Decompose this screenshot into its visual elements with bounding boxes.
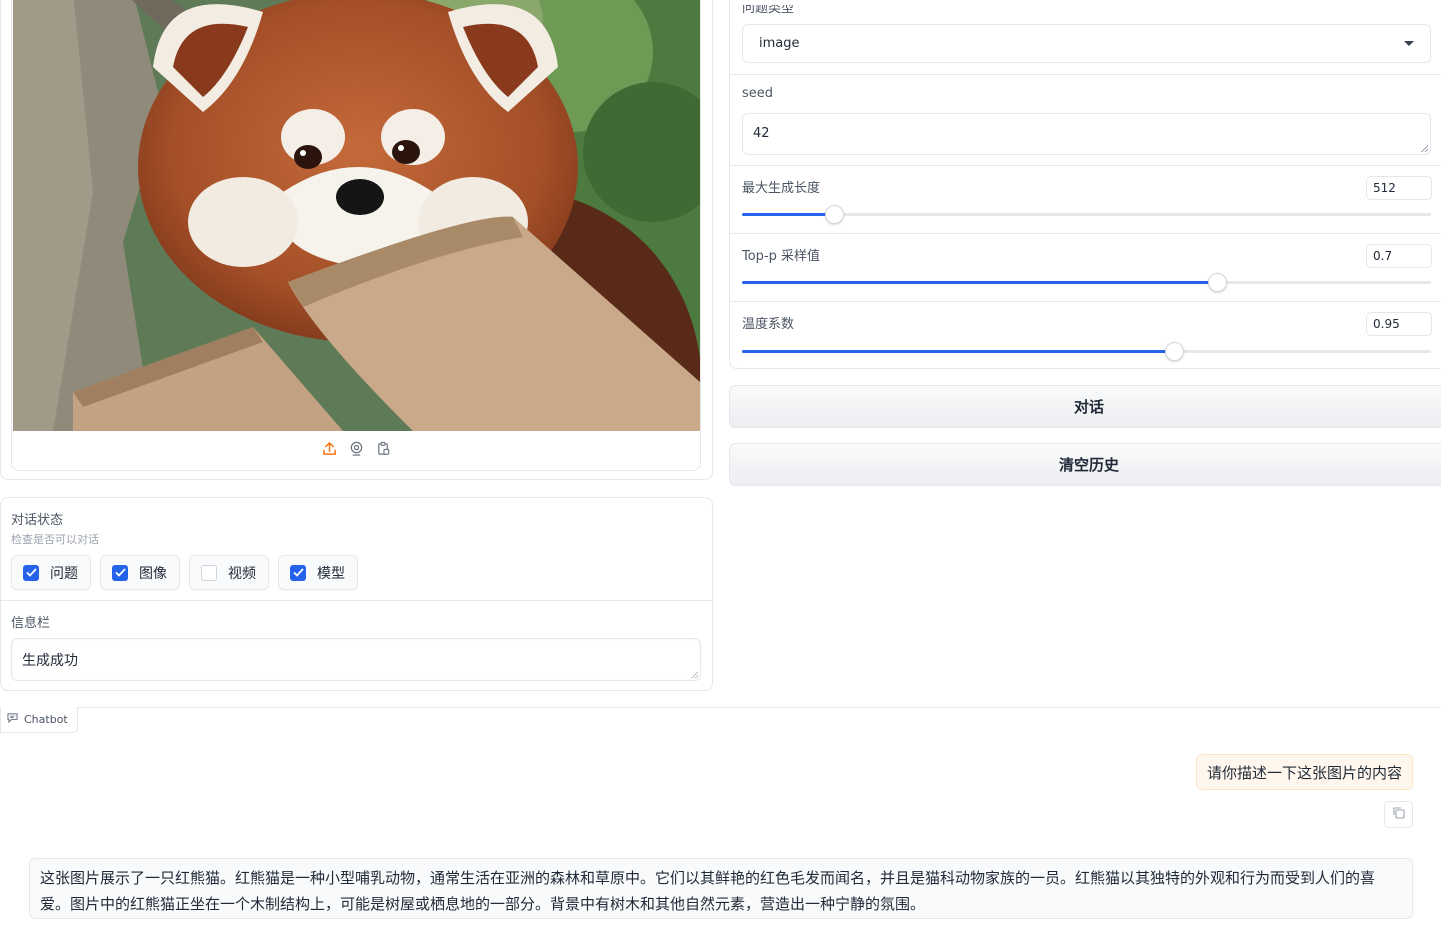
question-type-label: 问题类型 bbox=[742, 1, 795, 16]
checkbox-icon[interactable] bbox=[23, 564, 39, 581]
seed-input[interactable]: 42 bbox=[742, 113, 1431, 155]
question-type-value: image bbox=[759, 36, 800, 51]
user-message-text: 请你描述一下这张图片的内容 bbox=[1206, 763, 1402, 782]
settings-panel: 问题类型 image seed 42 最大生成长度 512 Top-p 采样值 … bbox=[729, 0, 1441, 369]
seed-label: seed bbox=[742, 86, 774, 101]
temperature-label: 温度系数 bbox=[742, 317, 795, 332]
seed-value: 42 bbox=[753, 126, 770, 141]
copy-button[interactable] bbox=[1384, 801, 1413, 828]
divider bbox=[730, 165, 1441, 166]
checkbox-icon[interactable] bbox=[290, 564, 306, 581]
checkbox-label: 图像 bbox=[139, 565, 167, 582]
status-panel: 对话状态 检查是否可以对话 问题 图像 视频 模型 信息栏 生成成功 bbox=[0, 497, 713, 691]
checkbox-label: 问题 bbox=[50, 565, 78, 582]
chatbot-label: Chatbot bbox=[0, 707, 78, 733]
top-p-label: Top-p 采样值 bbox=[742, 249, 821, 264]
max-length-slider[interactable] bbox=[742, 205, 1431, 224]
slider-thumb[interactable] bbox=[1208, 273, 1228, 292]
clipboard-icon[interactable] bbox=[375, 440, 392, 457]
resize-handle-icon[interactable] bbox=[691, 671, 698, 678]
chevron-down-icon bbox=[1404, 41, 1414, 46]
bot-message: 这张图片展示了一只红熊猫。红熊猫是一种小型哺乳动物，通常生活在亚洲的森林和草原中… bbox=[29, 858, 1413, 919]
checkbox-label: 视频 bbox=[228, 565, 256, 582]
max-length-value: 512 bbox=[1373, 181, 1396, 195]
chat-button[interactable]: 对话 bbox=[729, 385, 1441, 428]
uploaded-photo-red-panda bbox=[13, 0, 700, 431]
image-upload-panel bbox=[0, 0, 713, 480]
max-length-number-input[interactable]: 512 bbox=[1366, 176, 1432, 200]
divider bbox=[730, 301, 1441, 302]
slider-thumb[interactable] bbox=[824, 205, 844, 224]
checkbox-video[interactable]: 视频 bbox=[189, 555, 269, 590]
divider bbox=[730, 233, 1441, 234]
upload-icon[interactable] bbox=[321, 440, 338, 457]
chat-bubble-icon bbox=[7, 713, 18, 726]
checkbox-label: 模型 bbox=[317, 565, 345, 582]
checkbox-question[interactable]: 问题 bbox=[11, 555, 91, 590]
info-bar-label: 信息栏 bbox=[11, 616, 51, 631]
question-type-dropdown[interactable]: image bbox=[742, 24, 1431, 63]
image-frame bbox=[11, 0, 701, 471]
checkbox-icon[interactable] bbox=[201, 564, 217, 581]
checkbox-model[interactable]: 模型 bbox=[278, 555, 358, 590]
slider-fill bbox=[742, 213, 834, 216]
top-p-number-input[interactable]: 0.7 bbox=[1366, 244, 1432, 268]
status-checkbox-group: 问题 图像 视频 模型 bbox=[11, 555, 358, 590]
top-p-value: 0.7 bbox=[1373, 249, 1393, 263]
checkbox-icon[interactable] bbox=[112, 564, 128, 581]
temperature-slider[interactable] bbox=[742, 342, 1431, 361]
slider-thumb[interactable] bbox=[1165, 342, 1184, 361]
top-p-slider[interactable] bbox=[742, 273, 1431, 292]
divider bbox=[730, 74, 1441, 75]
info-bar-value: 生成成功 bbox=[22, 653, 78, 669]
bot-message-text: 这张图片展示了一只红熊猫。红熊猫是一种小型哺乳动物，通常生活在亚洲的森林和草原中… bbox=[40, 869, 1376, 913]
webcam-icon[interactable] bbox=[348, 440, 365, 457]
status-info: 检查是否可以对话 bbox=[11, 533, 99, 546]
chatbot-divider bbox=[0, 707, 1441, 708]
clear-history-button[interactable]: 清空历史 bbox=[729, 443, 1441, 486]
slider-fill bbox=[742, 350, 1174, 353]
status-label: 对话状态 bbox=[11, 513, 64, 528]
slider-fill bbox=[742, 281, 1218, 284]
checkbox-image[interactable]: 图像 bbox=[100, 555, 180, 590]
copy-icon bbox=[1392, 805, 1406, 824]
temperature-number-input[interactable]: 0.95 bbox=[1366, 312, 1432, 336]
user-message: 请你描述一下这张图片的内容 bbox=[1195, 754, 1413, 790]
divider bbox=[1, 600, 712, 601]
info-bar-textarea[interactable]: 生成成功 bbox=[11, 638, 701, 681]
max-length-label: 最大生成长度 bbox=[742, 181, 821, 196]
chatbot-label-text: Chatbot bbox=[24, 713, 68, 726]
image-toolbar bbox=[12, 440, 700, 464]
temperature-value: 0.95 bbox=[1373, 317, 1400, 331]
resize-handle-icon[interactable] bbox=[1421, 145, 1428, 152]
